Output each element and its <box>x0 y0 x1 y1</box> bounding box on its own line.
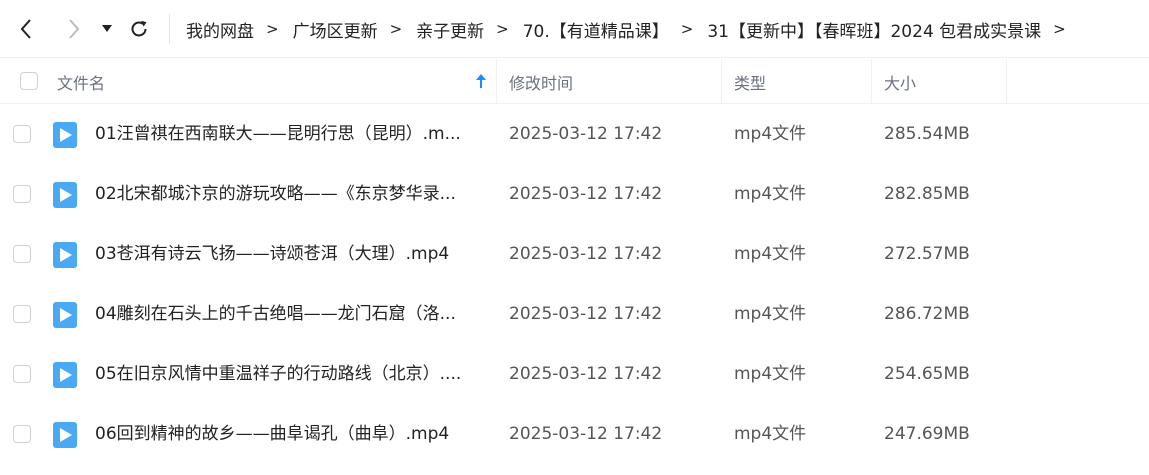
file-row[interactable]: 04雕刻在石头上的千古绝唱——龙门石窟（洛... 2025-03-12 17:4… <box>0 284 1149 344</box>
file-size: 286.72MB <box>884 304 970 324</box>
file-size: 247.69MB <box>884 424 970 444</box>
file-name[interactable]: 04雕刻在石头上的千古绝唱——龙门石窟（洛... <box>95 284 485 344</box>
file-size: 282.85MB <box>884 184 970 204</box>
file-modified: 2025-03-12 17:42 <box>509 124 663 144</box>
file-type: mp4文件 <box>734 244 807 264</box>
file-type: mp4文件 <box>734 124 807 144</box>
breadcrumb-separator: > <box>680 20 694 38</box>
breadcrumb-separator: > <box>389 20 403 38</box>
toolbar-divider <box>169 14 170 44</box>
select-all-checkbox[interactable] <box>20 72 38 90</box>
breadcrumb-separator: > <box>266 20 279 38</box>
video-file-icon <box>53 422 77 448</box>
row-checkbox[interactable] <box>13 125 31 143</box>
breadcrumb-item[interactable]: 70.【有道精品课】 <box>523 17 669 42</box>
column-divider[interactable] <box>496 59 497 104</box>
column-header-name[interactable]: 文件名 <box>57 59 105 104</box>
row-checkbox[interactable] <box>13 305 31 323</box>
file-name[interactable]: 03苍洱有诗云飞扬——诗颂苍洱（大理）.mp4 <box>95 224 485 284</box>
breadcrumb-item-root[interactable]: 我的网盘 <box>186 17 254 42</box>
file-row[interactable]: 02北宋都城汴京的游玩攻略——《东京梦华录... 2025-03-12 17:4… <box>0 164 1149 224</box>
file-size: 272.57MB <box>884 244 970 264</box>
file-size: 254.65MB <box>884 364 970 384</box>
column-header-size[interactable]: 大小 <box>884 59 916 104</box>
refresh-button[interactable] <box>128 14 150 44</box>
breadcrumb-item[interactable]: 亲子更新 <box>416 17 484 42</box>
refresh-icon <box>131 20 147 37</box>
file-name[interactable]: 06回到精神的故乡——曲阜谒孔（曲阜）.mp4 <box>95 404 485 464</box>
history-dropdown-button[interactable] <box>100 14 114 44</box>
breadcrumb: 我的网盘 > 广场区更新 > 亲子更新 > 70.【有道精品课】 > 31【更新… <box>186 0 1080 58</box>
file-name[interactable]: 01汪曾祺在西南联大——昆明行思（昆明）.m... <box>95 104 485 164</box>
file-modified: 2025-03-12 17:42 <box>509 364 663 384</box>
file-type: mp4文件 <box>734 424 807 444</box>
file-modified: 2025-03-12 17:42 <box>509 244 663 264</box>
column-divider[interactable] <box>721 59 722 104</box>
file-type: mp4文件 <box>734 364 807 384</box>
breadcrumb-item[interactable]: 广场区更新 <box>293 17 378 42</box>
file-list-header: 文件名 修改时间 类型 大小 <box>0 59 1149 104</box>
file-row[interactable]: 03苍洱有诗云飞扬——诗颂苍洱（大理）.mp4 2025-03-12 17:42… <box>0 224 1149 284</box>
column-divider[interactable] <box>1006 59 1007 104</box>
video-file-icon <box>53 362 77 388</box>
video-file-icon <box>53 302 77 328</box>
video-file-icon <box>53 122 77 148</box>
file-row[interactable]: 01汪曾祺在西南联大——昆明行思（昆明）.m... 2025-03-12 17:… <box>0 104 1149 164</box>
chevron-right-icon <box>69 19 80 39</box>
file-size: 285.54MB <box>884 124 970 144</box>
file-row[interactable]: 05在旧京风情中重温祥子的行动路线（北京）.... 2025-03-12 17:… <box>0 344 1149 404</box>
column-header-type[interactable]: 类型 <box>734 59 766 104</box>
file-name[interactable]: 02北宋都城汴京的游玩攻略——《东京梦华录... <box>95 164 485 224</box>
row-checkbox[interactable] <box>13 185 31 203</box>
file-row[interactable]: 06回到精神的故乡——曲阜谒孔（曲阜）.mp4 2025-03-12 17:42… <box>0 404 1149 464</box>
forward-button[interactable] <box>62 14 86 44</box>
row-checkbox[interactable] <box>13 425 31 443</box>
file-modified: 2025-03-12 17:42 <box>509 304 663 324</box>
breadcrumb-item-current[interactable]: 31【更新中】【春晖班】2024 包君成实景课 <box>707 17 1041 42</box>
column-header-modified[interactable]: 修改时间 <box>509 59 573 104</box>
row-checkbox[interactable] <box>13 365 31 383</box>
caret-down-icon <box>102 25 112 32</box>
file-modified: 2025-03-12 17:42 <box>509 424 663 444</box>
video-file-icon <box>53 242 77 268</box>
sort-ascending-icon[interactable] <box>474 73 488 89</box>
file-modified: 2025-03-12 17:42 <box>509 184 663 204</box>
breadcrumb-separator: > <box>496 20 509 38</box>
file-name[interactable]: 05在旧京风情中重温祥子的行动路线（北京）.... <box>95 344 485 404</box>
breadcrumb-separator: > <box>1053 20 1066 38</box>
file-type: mp4文件 <box>734 304 807 324</box>
toolbar: 我的网盘 > 广场区更新 > 亲子更新 > 70.【有道精品课】 > 31【更新… <box>0 0 1149 58</box>
file-type: mp4文件 <box>734 184 807 204</box>
column-divider[interactable] <box>871 59 872 104</box>
row-checkbox[interactable] <box>13 245 31 263</box>
chevron-left-icon <box>20 19 31 39</box>
back-button[interactable] <box>14 14 38 44</box>
video-file-icon <box>53 182 77 208</box>
